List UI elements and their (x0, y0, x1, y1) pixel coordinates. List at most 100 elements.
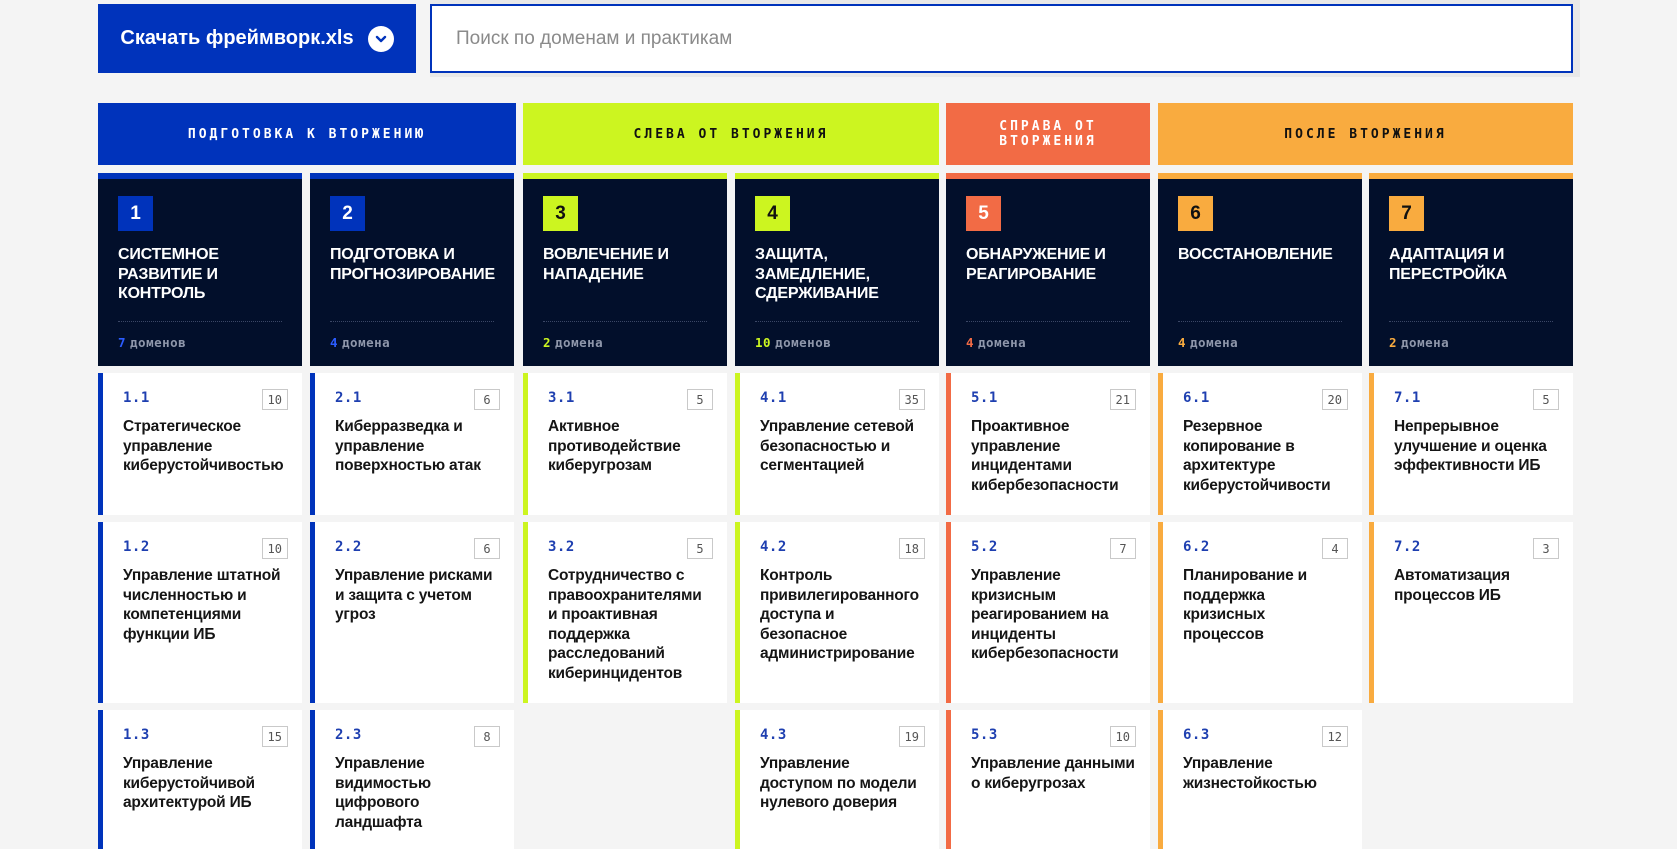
practice-count-badge: 3 (1533, 538, 1559, 559)
domain-title: Планирование и поддержка кризисных проце… (1183, 567, 1307, 643)
domain-count-number: 4 (1178, 335, 1187, 350)
domain-title: Управление данными о киберугрозах (971, 755, 1135, 792)
domain-title: Управление киберустойчивой архитектурой … (123, 755, 255, 811)
domain-card[interactable]: 1.1 10 Стратегическое управление киберус… (98, 373, 302, 515)
domain-card[interactable]: 1.3 15 Управление киберустойчивой архите… (98, 710, 302, 849)
domain-count-number: 4 (966, 335, 975, 350)
function-title: Вовлечение и нападение (543, 246, 669, 283)
domain-count-number: 2 (543, 335, 552, 350)
divider (118, 321, 282, 322)
practice-count-badge: 5 (1533, 389, 1559, 410)
function-title: Защита, замедление, сдерживание (755, 246, 879, 302)
domain-card[interactable]: 3.2 5 Сотрудничество с правоохранителями… (523, 522, 727, 703)
function-number: 4 (755, 196, 790, 231)
search-input[interactable] (430, 4, 1573, 73)
toolbar: Скачать фреймворк.xls (98, 0, 1580, 77)
phase-label: ПОДГОТОВКА К ВТОРЖЕНИЮ (187, 126, 427, 142)
practice-count-badge: 5 (687, 538, 713, 559)
domain-card[interactable]: 4.3 19 Управление доступом по модели нул… (735, 710, 939, 849)
function-title: Адаптация и перестройка (1389, 246, 1507, 283)
divider (755, 321, 919, 322)
function-header[interactable]: 7 Адаптация и перестройка 2 домена (1369, 173, 1573, 366)
function-column-3: 3 Вовлечение и нападение 2 домена 3.1 5 Ак… (523, 173, 727, 703)
practice-count-badge: 21 (1109, 389, 1136, 410)
domain-card[interactable]: 1.2 10 Управление штатной численностью и… (98, 522, 302, 703)
domain-count: 4 домена (966, 335, 1026, 350)
domain-title: Управление сетевой безопасностью и сегме… (760, 418, 914, 474)
function-number: 3 (543, 196, 578, 231)
domain-title: Стратегическое управление киберустойчиво… (123, 418, 284, 474)
function-header[interactable]: 5 Обнаружение и реагирование 4 домена (946, 173, 1150, 366)
domain-card[interactable]: 5.1 21 Проактивное управление инцидентам… (946, 373, 1150, 515)
practice-count-badge: 7 (1110, 538, 1136, 559)
function-column-1: 1 Системное развитие и контроль 7 доменов… (98, 173, 302, 849)
domain-card[interactable]: 5.2 7 Управление кризисным реагированием… (946, 522, 1150, 703)
domain-card[interactable]: 2.2 6 Управление рисками и защита с учет… (310, 522, 514, 703)
domain-card[interactable]: 5.3 10 Управление данными о киберугрозах (946, 710, 1150, 849)
domain-count-label: доменов (130, 335, 187, 350)
function-column-7: 7 Адаптация и перестройка 2 домена 7.1 5 Н… (1369, 173, 1573, 703)
function-title: Обнаружение и реагирование (966, 246, 1106, 283)
domain-count-label: домена (342, 335, 391, 350)
practice-count-badge: 20 (1321, 389, 1348, 410)
practice-count-badge: 35 (898, 389, 925, 410)
domain-title: Проактивное управление инцидентами кибер… (971, 418, 1119, 494)
domain-title: Автоматизация процессов ИБ (1394, 567, 1510, 604)
practice-count-badge: 19 (898, 726, 925, 747)
function-header[interactable]: 3 Вовлечение и нападение 2 домена (523, 173, 727, 366)
practice-count-badge: 5 (687, 389, 713, 410)
domain-count: 2 домена (543, 335, 603, 350)
function-number: 7 (1389, 196, 1424, 231)
domain-count: 4 домена (330, 335, 390, 350)
practice-count-badge: 10 (261, 389, 288, 410)
domain-card[interactable]: 6.3 12 Управление жизнестойкостью (1158, 710, 1362, 849)
function-header[interactable]: 1 Системное развитие и контроль 7 доменов (98, 173, 302, 366)
function-title: Подготовка и прогнозирование (330, 246, 495, 283)
divider (330, 321, 494, 322)
practice-count-badge: 6 (474, 538, 500, 559)
domain-title: Непрерывное улучшение и оценка эффективн… (1394, 418, 1547, 474)
domain-title: Активное противодействие киберугрозам (548, 418, 681, 474)
domain-card[interactable]: 4.2 18 Контроль привилегированного досту… (735, 522, 939, 703)
domain-card[interactable]: 3.1 5 Активное противодействие киберугро… (523, 373, 727, 515)
domain-title: Управление жизнестойкостью (1183, 755, 1317, 792)
domain-card[interactable]: 4.1 35 Управление сетевой безопасностью … (735, 373, 939, 515)
practice-count-badge: 8 (474, 726, 500, 747)
domain-count-label: домена (978, 335, 1027, 350)
domain-card[interactable]: 2.1 6 Киберразведка и управление поверхн… (310, 373, 514, 515)
function-number: 2 (330, 196, 365, 231)
phase-label: ПОСЛЕ ВТОРЖЕНИЯ (1284, 126, 1447, 142)
function-header[interactable]: 2 Подготовка и прогнозирование 4 домена (310, 173, 514, 366)
function-column-2: 2 Подготовка и прогнозирование 4 домена 2.… (310, 173, 514, 849)
domain-title: Управление доступом по модели нулевого д… (760, 755, 917, 811)
function-number: 1 (118, 196, 153, 231)
domain-card[interactable]: 6.2 4 Планирование и поддержка кризисных… (1158, 522, 1362, 703)
domain-title: Резервное копирование в архитектуре кибе… (1183, 418, 1331, 494)
divider (543, 321, 707, 322)
divider (966, 321, 1130, 322)
domain-title: Управление кризисным реагированием на ин… (971, 567, 1119, 662)
phase-label: СПРАВА ОТ ВТОРЖЕНИЯ (999, 119, 1097, 149)
domain-card[interactable]: 6.1 20 Резервное копирование в архитекту… (1158, 373, 1362, 515)
function-header[interactable]: 4 Защита, замедление, сдерживание 10 доме… (735, 173, 939, 366)
practice-count-badge: 10 (261, 538, 288, 559)
domain-card[interactable]: 7.1 5 Непрерывное улучшение и оценка эфф… (1369, 373, 1573, 515)
search-container (430, 0, 1580, 77)
domain-title: Управление видимостью цифрового ландшафт… (335, 755, 431, 831)
domain-title: Контроль привилегированного доступа и бе… (760, 567, 919, 662)
practice-count-badge: 10 (1109, 726, 1136, 747)
practice-count-badge: 15 (261, 726, 288, 747)
domain-count-number: 4 (330, 335, 339, 350)
domain-card[interactable]: 7.2 3 Автоматизация процессов ИБ (1369, 522, 1573, 703)
download-label: Скачать фреймворк.xls (120, 27, 354, 49)
domain-card[interactable]: 2.3 8 Управление видимостью цифрового ла… (310, 710, 514, 849)
domain-count: 10 доменов (755, 335, 831, 350)
phase-label: СЛЕВА ОТ ВТОРЖЕНИЯ (633, 126, 829, 142)
function-header[interactable]: 6 Восстановление 4 домена (1158, 173, 1362, 366)
domain-count-label: домена (1190, 335, 1239, 350)
domain-title: Киберразведка и управление поверхностью … (335, 418, 481, 474)
phase-after-intrusion: ПОСЛЕ ВТОРЖЕНИЯ (1158, 103, 1573, 165)
practice-count-badge: 12 (1321, 726, 1348, 747)
practice-count-badge: 18 (898, 538, 925, 559)
download-framework-button[interactable]: Скачать фреймворк.xls (98, 4, 416, 73)
